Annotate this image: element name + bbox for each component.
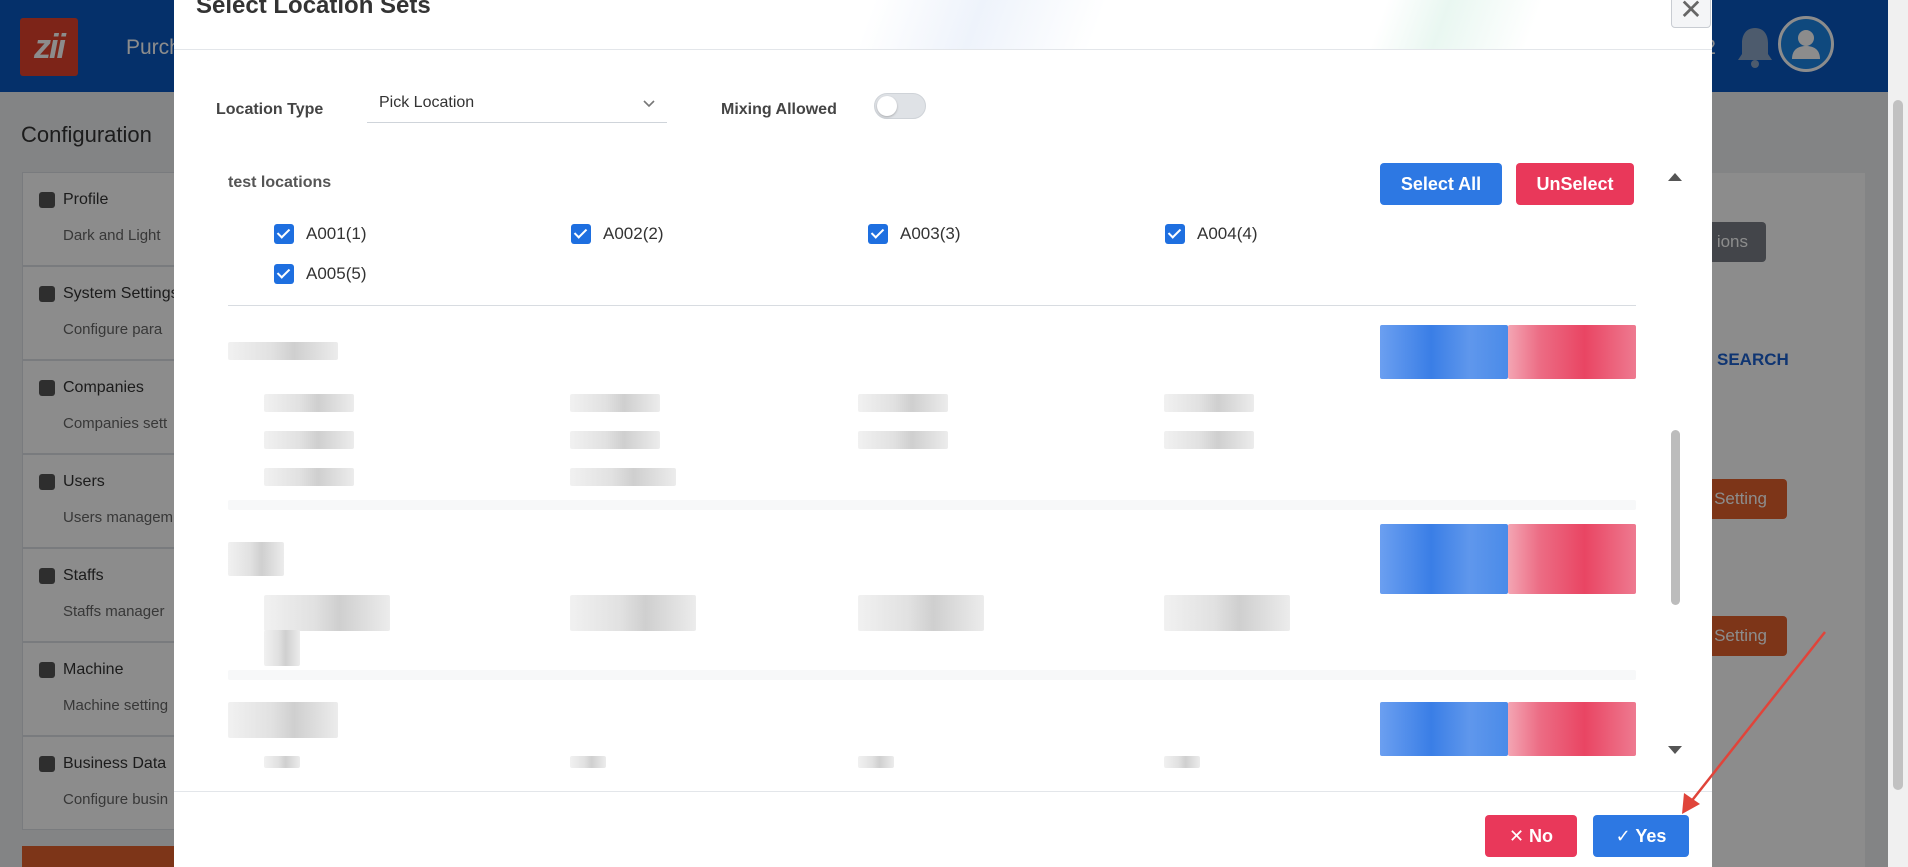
no-button-label: No (1529, 826, 1554, 846)
redacted-group-title (228, 342, 338, 360)
location-label: A002(2) (603, 224, 664, 243)
yes-button-label: Yes (1635, 826, 1667, 846)
redacted-location (264, 431, 354, 449)
group-divider (228, 305, 1636, 306)
location-checkbox-item[interactable]: A002(2) (571, 224, 663, 244)
checkbox-checked[interactable] (274, 224, 294, 244)
location-checkbox-item[interactable]: A004(4) (1165, 224, 1257, 244)
mixing-allowed-label: Mixing Allowed (721, 101, 837, 118)
checkbox-checked[interactable] (571, 224, 591, 244)
redacted-location (858, 394, 948, 412)
close-button[interactable]: ✕ (1671, 0, 1711, 28)
check-icon: ✓ (1615, 826, 1636, 846)
dialog-title: Select Location Sets (196, 0, 431, 19)
redacted-location (858, 431, 948, 449)
redacted-location (858, 756, 894, 768)
redacted-location (1164, 394, 1254, 412)
redacted-location (570, 595, 696, 631)
location-label: A001(1) (306, 224, 367, 243)
redacted-select-all-button[interactable] (1380, 524, 1508, 594)
toggle-knob (877, 96, 897, 116)
redacted-divider (228, 670, 1636, 680)
redacted-location (570, 431, 660, 449)
location-checkbox-item[interactable]: A001(1) (274, 224, 366, 244)
annotation-arrow-icon (1682, 631, 1826, 814)
list-scroll-thumb[interactable] (1671, 430, 1680, 605)
group-title: test locations (228, 174, 332, 191)
redacted-unselect-button[interactable] (1508, 524, 1636, 594)
redacted-unselect-button[interactable] (1508, 702, 1636, 756)
location-sets-list: test locations Select All UnSelect A001(… (174, 150, 1712, 790)
dialog-header: Select Location Sets ✕ (174, 0, 1712, 50)
select-all-button[interactable]: Select All (1380, 163, 1502, 205)
redacted-group-title (228, 542, 284, 576)
page-scrollbar[interactable] (1888, 0, 1908, 867)
unselect-button[interactable]: UnSelect (1516, 163, 1634, 205)
location-label: A005(5) (306, 264, 367, 283)
redacted-location (264, 630, 300, 666)
select-location-sets-dialog: Select Location Sets ✕ Location Type Pic… (174, 0, 1712, 867)
redacted-location (570, 394, 660, 412)
redacted-location (264, 468, 354, 486)
redacted-select-all-button[interactable] (1380, 702, 1508, 756)
no-button[interactable]: ✕ No (1485, 815, 1577, 857)
redacted-location (264, 756, 300, 768)
close-icon: ✕ (1508, 826, 1530, 846)
location-type-select[interactable]: Pick Location (367, 87, 667, 123)
mixing-allowed-toggle[interactable] (874, 93, 926, 119)
redacted-location (264, 595, 390, 631)
redacted-location (1164, 595, 1290, 631)
redacted-location (1164, 431, 1254, 449)
checkbox-checked[interactable] (868, 224, 888, 244)
location-checkbox-item[interactable]: A005(5) (274, 264, 366, 284)
redacted-location (1164, 756, 1200, 768)
redacted-location (570, 468, 676, 486)
redacted-divider (228, 500, 1636, 510)
checkbox-checked[interactable] (274, 264, 294, 284)
redacted-unselect-button[interactable] (1508, 325, 1636, 379)
close-icon: ✕ (1679, 0, 1703, 25)
scroll-up-arrow-icon[interactable] (1668, 173, 1682, 181)
redacted-location (858, 595, 984, 631)
redacted-location (570, 756, 606, 768)
location-type-label: Location Type (216, 101, 324, 118)
redacted-group-title (228, 702, 338, 738)
location-checkbox-item[interactable]: A003(3) (868, 224, 960, 244)
dialog-footer: ✕ No ✓ Yes (174, 791, 1712, 867)
location-type-value: Pick Location (379, 94, 475, 111)
chevron-down-icon (643, 100, 655, 108)
location-label: A004(4) (1197, 224, 1258, 243)
redacted-select-all-button[interactable] (1380, 325, 1508, 379)
checkbox-checked[interactable] (1165, 224, 1185, 244)
page-scroll-thumb[interactable] (1893, 100, 1903, 790)
location-label: A003(3) (900, 224, 961, 243)
yes-button[interactable]: ✓ Yes (1593, 815, 1689, 857)
redacted-location (264, 394, 354, 412)
